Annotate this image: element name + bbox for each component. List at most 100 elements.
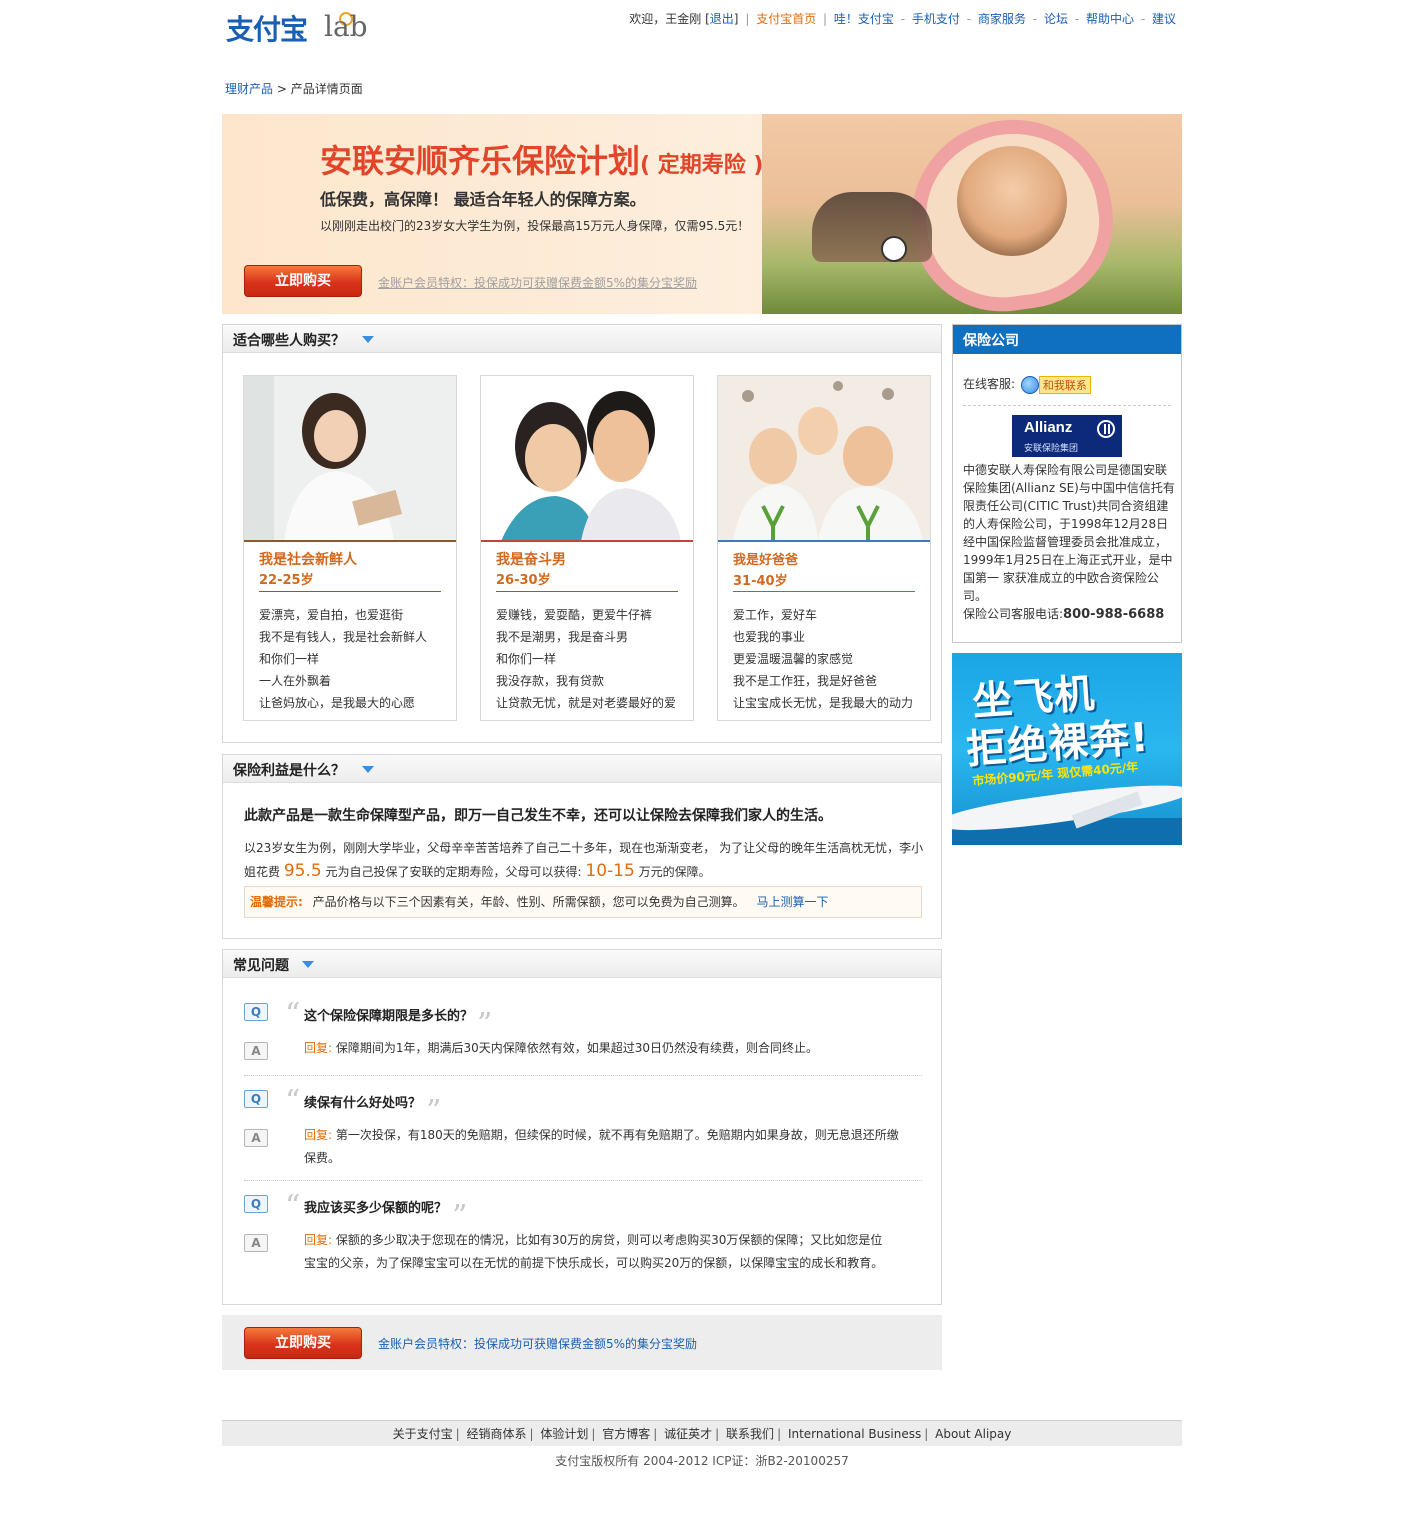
- question-icon: Q: [244, 1195, 268, 1213]
- benefit-body: 以23岁女生为例，刚刚大学毕业，父母辛辛苦苦培养了自己二十多年，现在也渐渐变老，…: [244, 841, 924, 881]
- persona-name: 我是好爸爸: [733, 553, 799, 568]
- insurer-panel-header: 保险公司: [953, 325, 1181, 354]
- persona-line: 我不是工作狂，我是好爸爸: [733, 674, 878, 688]
- footer-links: 关于支付宝 | 经销商体系 | 体验计划 | 官方博客 | 诚征英才 | 联系我们 | In…: [222, 1420, 1182, 1446]
- persona-age: 22-25岁: [259, 573, 314, 588]
- question-icon: Q: [244, 1090, 268, 1108]
- banner-title: 安联安顺齐乐保险计划( 定期寿险 ): [320, 142, 764, 180]
- close-quote-icon: ”: [477, 1007, 493, 1042]
- nav-link-merchant[interactable]: 商家服务: [978, 12, 1026, 26]
- answer-icon: A: [244, 1129, 268, 1147]
- banner-title-suffix: ( 定期寿险 ): [640, 153, 764, 178]
- persona-line: 我不是潮男，我是奋斗男: [496, 630, 629, 644]
- open-quote-icon: “: [285, 1084, 301, 1119]
- footer-link-blog[interactable]: 官方博客: [602, 1427, 650, 1441]
- footer-link-careers[interactable]: 诚征英才: [664, 1427, 712, 1441]
- allianz-eagle-icon: [1097, 420, 1115, 438]
- alipay-lab-logo[interactable]: 支付宝 lab: [226, 8, 391, 48]
- faq-question: 续保有什么好处吗？: [304, 1096, 422, 1111]
- nav-link-help[interactable]: 帮助中心: [1086, 12, 1134, 26]
- soccer-ball-icon: [881, 236, 907, 262]
- faq-panel: 常见问题 Q “ 这个保险保障期限是多长的？ ” A 回复: 保障期间为1年，期…: [222, 949, 942, 1305]
- faq-answer: 回复: 保额的多少取决于您现在的情况，比如有30万的房贷，则可以考虑购买30万保…: [304, 1233, 884, 1270]
- buy-now-button-bottom[interactable]: 立即购买: [244, 1327, 362, 1359]
- contact-me-button[interactable]: 和我联系: [1038, 375, 1091, 394]
- panel-header[interactable]: 常见问题: [223, 950, 941, 978]
- family-photo: [762, 114, 1182, 314]
- premium-amount: 95.5: [283, 861, 322, 881]
- persona-line: 爱赚钱，爱耍酷，更爱牛仔裤: [496, 608, 653, 622]
- breadcrumb-parent[interactable]: 理财产品: [225, 82, 273, 96]
- panel-header[interactable]: 保险利益是什么？: [223, 755, 941, 783]
- nav-link-forum[interactable]: 论坛: [1044, 12, 1068, 26]
- payout-amount: 10-15: [585, 861, 635, 881]
- footer-link-about[interactable]: 关于支付宝: [393, 1427, 453, 1441]
- family-group: [812, 192, 932, 262]
- persona-line: 让贷款无忧，就是对老婆最好的爱: [496, 696, 677, 710]
- flight-insurance-ad[interactable]: 坐飞机 拒绝裸奔! 市场价90元/年 现仅需40元/年: [952, 653, 1182, 845]
- copyright: 支付宝版权所有 2004-2012 ICP证：浙B2-20100257: [555, 1454, 849, 1468]
- insurer-panel-title: 保险公司: [963, 333, 1019, 349]
- nav-link-suggest[interactable]: 建议: [1152, 12, 1176, 26]
- faq-question: 这个保险保障期限是多长的？: [304, 1009, 474, 1024]
- expand-triangle-icon[interactable]: [362, 766, 374, 773]
- top-navigation: 欢迎，王金刚 [退出] | 支付宝首页 | 哇！支付宝 - 手机支付 - 商家服…: [629, 12, 1176, 26]
- persona-card-dad: 我是好爸爸 31-40岁 爱工作，爱好车 也爱我的事业 更爱温暖温馨的家感觉 我…: [717, 375, 931, 721]
- persona-age: 26-30岁: [496, 573, 551, 588]
- calculate-now-link[interactable]: 马上测算一下: [756, 895, 828, 909]
- persona-age: 31-40岁: [733, 574, 788, 589]
- lab-logo-text: lab: [324, 10, 368, 43]
- persona-line: 让宝宝成长无忧，是我最大的动力: [733, 696, 914, 710]
- nav-link-wa-alipay[interactable]: 哇！支付宝: [834, 12, 894, 26]
- expand-triangle-icon[interactable]: [302, 961, 314, 968]
- insurer-phone: 保险公司客服电话:800-988-6688: [963, 607, 1165, 622]
- alipay-logo-text: 支付宝: [226, 13, 308, 46]
- footer-link-dealer[interactable]: 经销商体系: [466, 1427, 526, 1441]
- persona-line: 和你们一样: [259, 652, 320, 666]
- tip-text: 产品价格与以下三个因素有关，年龄、性别、所需保额，您可以免费为自己测算。: [312, 895, 745, 909]
- bottom-buy-bar: 立即购买 金账户会员特权：投保成功可获赠保费金额5%的集分宝奖励: [222, 1315, 942, 1370]
- online-service: 在线客服: 和我联系: [963, 375, 1091, 394]
- tip-label: 温馨提示:: [250, 895, 303, 909]
- nav-link-mobile-pay[interactable]: 手机支付: [912, 12, 960, 26]
- persona-lines: 爱漂亮，爱自拍，也爱逛街 我不是有钱人，我是社会新鲜人 和你们一样 一人在外飘着…: [259, 604, 427, 714]
- logout-link[interactable]: 退出: [710, 12, 734, 26]
- gold-member-promo-link[interactable]: 金账户会员特权：投保成功可获赠保费金额5%的集分宝奖励: [378, 274, 697, 291]
- persona-line: 让爸妈放心，是我最大的心愿: [259, 696, 416, 710]
- benefit-panel: 保险利益是什么？ 此款产品是一款生命保障型产品，即万一自己发生不幸，还可以让保险…: [222, 754, 942, 939]
- close-quote-icon: ”: [452, 1199, 468, 1234]
- persona-line: 我不是有钱人，我是社会新鲜人: [259, 630, 428, 644]
- wangwang-icon[interactable]: [1020, 375, 1039, 394]
- gold-member-promo-link-bottom[interactable]: 金账户会员特权：投保成功可获赠保费金额5%的集分宝奖励: [378, 1335, 697, 1352]
- persona-photo: [481, 376, 693, 541]
- banner-slogan: 低保费，高保障！ 最适合年轻人的保障方案。: [320, 190, 646, 209]
- panel-title: 常见问题: [233, 958, 289, 974]
- insurer-panel: 保险公司 在线客服: 和我联系 Allianz 安联保险集团 中德安联人寿保险有…: [952, 324, 1182, 643]
- allianz-logo-cn: 安联保险集团: [1024, 444, 1079, 454]
- persona-line: 一人在外飘着: [259, 674, 332, 688]
- footer-link-experience[interactable]: 体验计划: [540, 1427, 588, 1441]
- who-should-buy-panel: 适合哪些人购买？ 我是社会新鲜人 22-25岁 爱漂亮，爱自拍，也爱逛街 我不是…: [222, 324, 942, 743]
- footer-link-about-alipay[interactable]: About Alipay: [935, 1427, 1011, 1441]
- persona-photo: [244, 376, 456, 541]
- allianz-logo[interactable]: Allianz 安联保险集团: [1012, 415, 1122, 457]
- persona-name: 我是社会新鲜人: [259, 552, 357, 568]
- persona-line: 爱工作，爱好车: [733, 608, 818, 622]
- panel-header[interactable]: 适合哪些人购买？: [223, 325, 941, 353]
- persona-line: 也爱我的事业: [733, 630, 806, 644]
- phone-number: 800-988-6688: [1063, 607, 1165, 622]
- answer-icon: A: [244, 1042, 268, 1060]
- persona-card-graduate: 我是社会新鲜人 22-25岁 爱漂亮，爱自拍，也爱逛街 我不是有钱人，我是社会新…: [243, 375, 457, 721]
- persona-line: 和你们一样: [496, 652, 557, 666]
- benefit-lead: 此款产品是一款生命保障型产品，即万一自己发生不幸，还可以让保险去保障我们家人的生…: [244, 808, 832, 824]
- footer-link-contact[interactable]: 联系我们: [726, 1427, 774, 1441]
- footer-link-international[interactable]: International Business: [788, 1427, 921, 1441]
- breadcrumb-separator: >: [276, 82, 287, 96]
- close-quote-icon: ”: [426, 1094, 442, 1129]
- expand-triangle-icon[interactable]: [362, 336, 374, 343]
- persona-line: 更爱温暖温馨的家感觉: [733, 652, 854, 666]
- buy-now-button[interactable]: 立即购买: [244, 265, 362, 297]
- persona-name: 我是奋斗男: [496, 552, 566, 568]
- alipay-home-link[interactable]: 支付宝首页: [756, 12, 816, 26]
- persona-photo: [718, 376, 930, 541]
